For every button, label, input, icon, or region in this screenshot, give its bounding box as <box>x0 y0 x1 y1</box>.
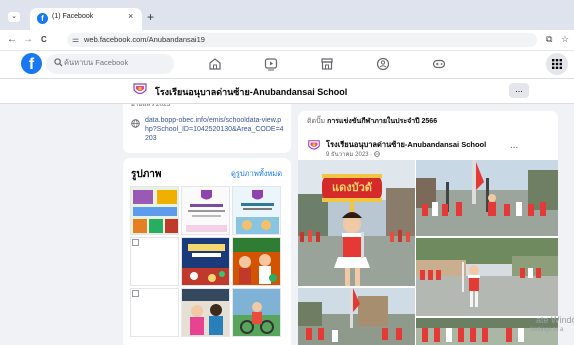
photo-thumbnail[interactable] <box>130 186 179 235</box>
post-header-title[interactable]: การแข่งขันกีฬาภายในประจำปี 2566 <box>327 118 437 125</box>
grid-menu-icon <box>552 59 562 69</box>
url-text[interactable]: web.facebook.com/Anubandansai19 <box>84 35 205 44</box>
globe-icon <box>131 119 140 128</box>
search-input[interactable] <box>64 58 164 67</box>
facebook-search[interactable] <box>46 54 174 74</box>
broken-image-icon <box>132 239 139 246</box>
back-button[interactable]: ← <box>7 33 17 47</box>
post-card: ติดปั๊ม การแข่งขันกีฬาภายในประจำปี 2566 … <box>298 111 558 345</box>
menu-grid-button[interactable] <box>546 53 568 75</box>
post-photo-street[interactable] <box>298 288 415 345</box>
parade-image <box>416 160 558 236</box>
gaming-icon[interactable] <box>431 56 447 72</box>
drum-major-image <box>416 238 558 316</box>
photo-collage-image <box>131 187 178 234</box>
post-photo-drum-major[interactable] <box>416 238 558 316</box>
post-header-prefix: ติดปั๊ม <box>307 118 326 125</box>
photo-thumbnail[interactable] <box>130 288 179 337</box>
reload-button[interactable]: C <box>41 33 47 47</box>
tab-close-icon[interactable]: × <box>128 11 133 21</box>
facebook-favicon-icon: f <box>37 13 48 24</box>
tab-list-button[interactable]: ⌄ <box>8 12 20 22</box>
post-photo-majorette[interactable]: แดงบัวดั <box>298 160 415 286</box>
post-header: ติดปั๊ม การแข่งขันกีฬาภายในประจำปี 2566 <box>307 116 437 127</box>
photos-title: รูปภาพ <box>131 169 162 180</box>
street-parade-image <box>298 288 415 345</box>
new-tab-button[interactable]: + <box>147 11 154 23</box>
ceremony-announcement-image <box>233 187 280 234</box>
page-more-button[interactable]: ... <box>509 83 529 98</box>
photo-thumbnail[interactable] <box>130 237 179 286</box>
browser-toolbar: ← → C ⚌ web.facebook.com/Anubandansai19 … <box>0 30 574 51</box>
address-bar[interactable]: ⚌ web.facebook.com/Anubandansai19 <box>67 33 537 47</box>
browser-tab[interactable]: f (1) Facebook × <box>30 8 142 30</box>
tab-title: (1) Facebook <box>52 13 94 20</box>
photos-card: รูปภาพ ดูรูปภาพทั้งหมด <box>123 158 291 345</box>
public-globe-icon <box>374 151 380 157</box>
banner-text: แดงบัวดั <box>332 182 372 194</box>
post-date[interactable]: 9 ธันวาคม 2023 · <box>326 149 380 159</box>
post-more-options-icon[interactable]: ... <box>510 140 518 151</box>
classroom-image <box>182 289 229 336</box>
photo-thumbnail[interactable] <box>181 186 230 235</box>
activate-windows-watermark: ate Windo <box>536 315 574 325</box>
photo-thumbnail[interactable] <box>181 237 230 286</box>
install-app-icon[interactable]: ⧉ <box>546 34 552 45</box>
groups-icon[interactable] <box>375 56 391 72</box>
facebook-top-bar: f <box>0 51 574 79</box>
photo-thumbnail[interactable] <box>181 288 230 337</box>
video-icon[interactable] <box>263 56 279 72</box>
search-icon <box>54 58 63 67</box>
school-announcement-image <box>182 187 229 234</box>
christmas-kids-image <box>233 238 280 285</box>
page-title[interactable]: โรงเรียนอนุบาลด่านซ้าย-Anubandansai Scho… <box>155 85 347 99</box>
see-all-photos-link[interactable]: ดูรูปภาพทั้งหมด <box>231 168 282 180</box>
school-logo-icon[interactable] <box>307 139 321 153</box>
school-data-link[interactable]: data.bopp-obec.info/emis/schooldata-view… <box>145 116 285 143</box>
bookmark-star-icon[interactable]: ☆ <box>561 34 569 45</box>
post-photo-parade[interactable] <box>416 160 558 236</box>
browser-tab-strip: ⌄ f (1) Facebook × + <box>0 0 574 30</box>
page-header: โรงเรียนอนุบาลด่านซ้าย-Anubandansai Scho… <box>0 79 574 104</box>
activate-windows-subtext: Settings to a <box>530 327 564 333</box>
home-icon[interactable] <box>207 56 223 72</box>
photo-thumbnail[interactable] <box>232 237 281 286</box>
bicycle-event-image <box>233 289 280 336</box>
photo-thumbnail[interactable] <box>232 288 281 337</box>
marketplace-icon[interactable] <box>319 56 335 72</box>
forward-button[interactable]: → <box>23 33 33 47</box>
photo-thumbnail[interactable] <box>232 186 281 235</box>
school-logo-icon[interactable] <box>132 82 148 98</box>
site-info-icon[interactable]: ⚌ <box>72 35 79 44</box>
facebook-logo-icon[interactable]: f <box>21 53 42 74</box>
christmas-image <box>182 238 229 285</box>
broken-image-icon <box>132 290 139 297</box>
